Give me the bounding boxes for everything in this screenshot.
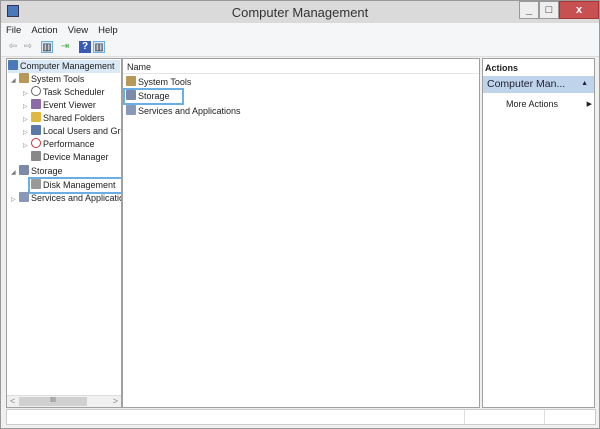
scroll-right-button[interactable]: >	[113, 396, 118, 406]
expander-icon[interactable]: ▷	[23, 127, 31, 138]
title-bar: Computer Management _ □ x	[1, 1, 599, 23]
menu-file[interactable]: File	[1, 23, 26, 38]
minimize-button[interactable]: _	[519, 1, 539, 19]
more-actions-item[interactable]: More Actions ▶	[506, 99, 592, 109]
tools-icon	[19, 73, 29, 83]
forward-icon[interactable]: ⇨	[22, 41, 34, 53]
column-header-name[interactable]: Name	[123, 59, 479, 74]
status-divider	[464, 410, 465, 424]
event-viewer-icon	[31, 99, 41, 109]
tree-label: Task Scheduler	[43, 87, 105, 97]
console-tree-icon[interactable]: ▥	[41, 41, 53, 53]
close-button[interactable]: x	[559, 1, 599, 19]
computer-icon	[8, 60, 18, 70]
horizontal-scrollbar[interactable]: < III >	[7, 395, 121, 407]
tree-label: Local Users and Groups	[43, 126, 121, 136]
expander-icon[interactable]: ◢	[11, 167, 19, 180]
export-icon[interactable]: ⇥	[59, 41, 71, 53]
help-icon[interactable]: ?	[79, 41, 91, 53]
services-icon	[19, 192, 29, 202]
tree-label: Event Viewer	[43, 100, 96, 110]
more-actions-label: More Actions	[506, 99, 559, 109]
actions-header: Actions	[485, 63, 519, 73]
tree-root[interactable]: Computer Management	[8, 60, 120, 73]
results-pane: Name System Tools Storage Services and A…	[122, 58, 480, 408]
clock-icon	[31, 86, 41, 96]
status-bar	[6, 409, 596, 425]
submenu-arrow-icon: ▶	[586, 101, 592, 108]
tree-label: Storage	[31, 166, 63, 176]
toolbar: ⇦ ⇨ ▥ ⇥ ? ▥	[1, 39, 599, 57]
tree-label: Performance	[43, 139, 95, 149]
tree-root-label: Computer Management	[20, 61, 115, 71]
actions-section-label: Computer Man...	[487, 78, 566, 90]
window-title: Computer Management	[231, 5, 369, 20]
tree-event-viewer[interactable]: ▷ Event Viewer	[23, 99, 96, 112]
storage-icon	[19, 165, 29, 175]
list-item-storage[interactable]: Storage	[123, 88, 184, 105]
console-tree: Computer Management ◢ System Tools ▷ Task …	[6, 58, 123, 408]
maximize-button[interactable]: □	[539, 1, 559, 19]
show-hide-icon[interactable]: ▥	[93, 41, 105, 53]
tree-task-scheduler[interactable]: ▷ Task Scheduler	[23, 86, 105, 99]
tree-label: Services and Applications	[31, 193, 121, 203]
expander-icon[interactable]: ▷	[11, 194, 19, 205]
tools-icon	[126, 76, 136, 86]
menu-help[interactable]: Help	[93, 23, 123, 38]
tree-local-users[interactable]: ▷ Local Users and Groups	[23, 125, 121, 138]
tree-label: Shared Folders	[43, 113, 105, 123]
actions-pane: Actions Computer Man... ▲ More Actions ▶	[482, 58, 595, 408]
back-icon[interactable]: ⇦	[7, 41, 19, 53]
expander-icon[interactable]: ▷	[23, 140, 31, 153]
computer-management-window: Computer Management _ □ x File Action View…	[0, 0, 600, 429]
list-item-system-tools[interactable]: System Tools	[126, 76, 191, 89]
tree-shared-folders[interactable]: ▷ Shared Folders	[23, 112, 105, 125]
tree-device-manager[interactable]: Device Manager	[31, 151, 109, 164]
device-manager-icon	[31, 151, 41, 161]
collapse-icon[interactable]: ▲	[581, 80, 588, 87]
users-icon	[31, 125, 41, 135]
tree-disk-management[interactable]: Disk Management	[28, 177, 123, 194]
folder-icon	[31, 112, 41, 122]
tree-label: Device Manager	[43, 152, 109, 162]
tree-system-tools[interactable]: ◢ System Tools	[11, 73, 84, 86]
menu-view[interactable]: View	[63, 23, 93, 38]
tree-label: Disk Management	[43, 180, 116, 190]
tree-storage[interactable]: ◢ Storage	[11, 165, 63, 178]
tree-services-apps[interactable]: ▷ Services and Applications	[11, 192, 121, 205]
performance-icon	[31, 138, 41, 148]
status-divider	[544, 410, 545, 424]
expander-icon[interactable]: ◢	[11, 75, 19, 88]
scroll-left-button[interactable]: <	[10, 396, 15, 406]
actions-section-computer-management[interactable]: Computer Man... ▲	[483, 76, 594, 93]
menu-action[interactable]: Action	[26, 23, 62, 38]
storage-icon	[126, 90, 136, 100]
scroll-thumb[interactable]: III	[19, 397, 87, 406]
list-item-label: Services and Applications	[138, 106, 241, 116]
menu-bar: File Action View Help	[1, 23, 599, 39]
list-item-services-apps[interactable]: Services and Applications	[126, 105, 241, 118]
list-item-label: System Tools	[138, 77, 192, 87]
services-icon	[126, 105, 136, 115]
tree-performance[interactable]: ▷ Performance	[23, 138, 95, 151]
disk-icon	[31, 179, 41, 189]
list-item-label: Storage	[138, 91, 170, 101]
tree-label: System Tools	[31, 74, 85, 84]
